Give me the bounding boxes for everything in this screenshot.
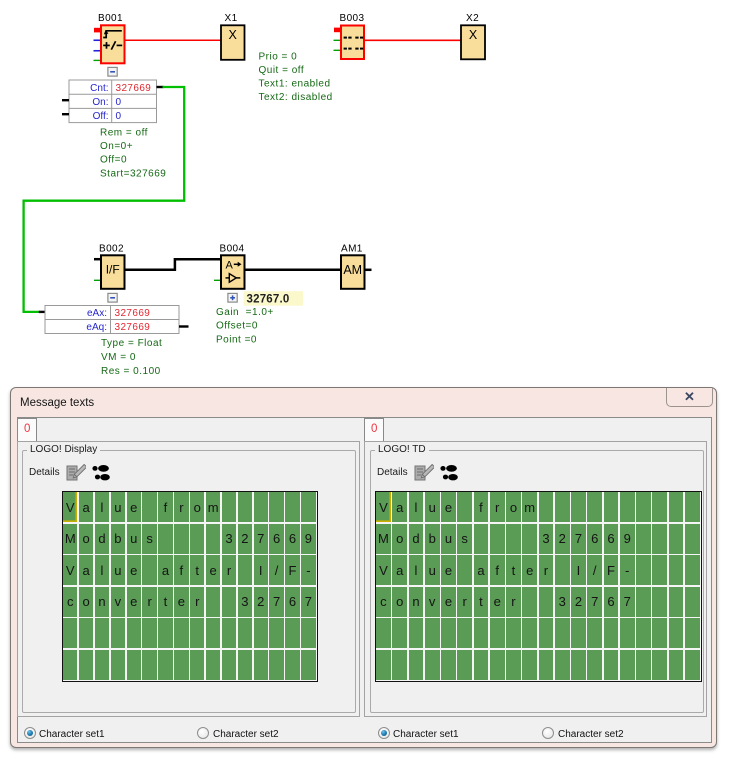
svg-text:Gain =1.0+: Gain =1.0+: [216, 307, 274, 318]
svg-text:327669: 327669: [115, 308, 151, 319]
svg-text:AM1: AM1: [341, 244, 363, 255]
svg-text:On=0+: On=0+: [100, 141, 133, 152]
svg-text:Rem = off: Rem = off: [100, 128, 148, 139]
svg-text:On:: On:: [92, 97, 108, 108]
svg-text:eAq:: eAq:: [86, 322, 107, 333]
svg-text:Off=0: Off=0: [100, 155, 127, 166]
svg-text:Text2: disabled: Text2: disabled: [259, 92, 333, 103]
svg-text:X: X: [469, 28, 478, 42]
svg-text:0: 0: [116, 111, 122, 122]
svg-text:AM: AM: [343, 263, 362, 277]
svg-text:0: 0: [116, 97, 122, 108]
svg-text:B001: B001: [98, 13, 123, 24]
svg-text:B004: B004: [220, 244, 245, 255]
svg-text:X: X: [229, 28, 238, 42]
svg-text:Off:: Off:: [93, 111, 109, 122]
svg-text:Res = 0.100: Res = 0.100: [101, 366, 161, 377]
svg-text:32767.0: 32767.0: [247, 294, 290, 306]
svg-text:B002: B002: [99, 244, 124, 255]
svg-text:VM = 0: VM = 0: [101, 352, 136, 363]
svg-text:I/F: I/F: [106, 263, 120, 277]
svg-text:A: A: [226, 259, 234, 271]
svg-text:Cnt:: Cnt:: [90, 83, 108, 94]
svg-text:X2: X2: [466, 13, 479, 24]
svg-text:B003: B003: [340, 13, 365, 24]
svg-text:Quit = off: Quit = off: [259, 65, 305, 76]
svg-text:Text1: enabled: Text1: enabled: [259, 79, 331, 90]
svg-text:327669: 327669: [115, 322, 151, 333]
svg-text:Type = Float: Type = Float: [101, 338, 162, 349]
svg-text:Offset=0: Offset=0: [216, 321, 258, 332]
svg-text:Prio = 0: Prio = 0: [259, 52, 298, 63]
svg-text:Start=327669: Start=327669: [100, 169, 166, 180]
svg-text:327669: 327669: [116, 83, 152, 94]
svg-text:X1: X1: [225, 13, 238, 24]
svg-text:Point =0: Point =0: [216, 334, 257, 345]
svg-text:eAx:: eAx:: [87, 308, 107, 319]
